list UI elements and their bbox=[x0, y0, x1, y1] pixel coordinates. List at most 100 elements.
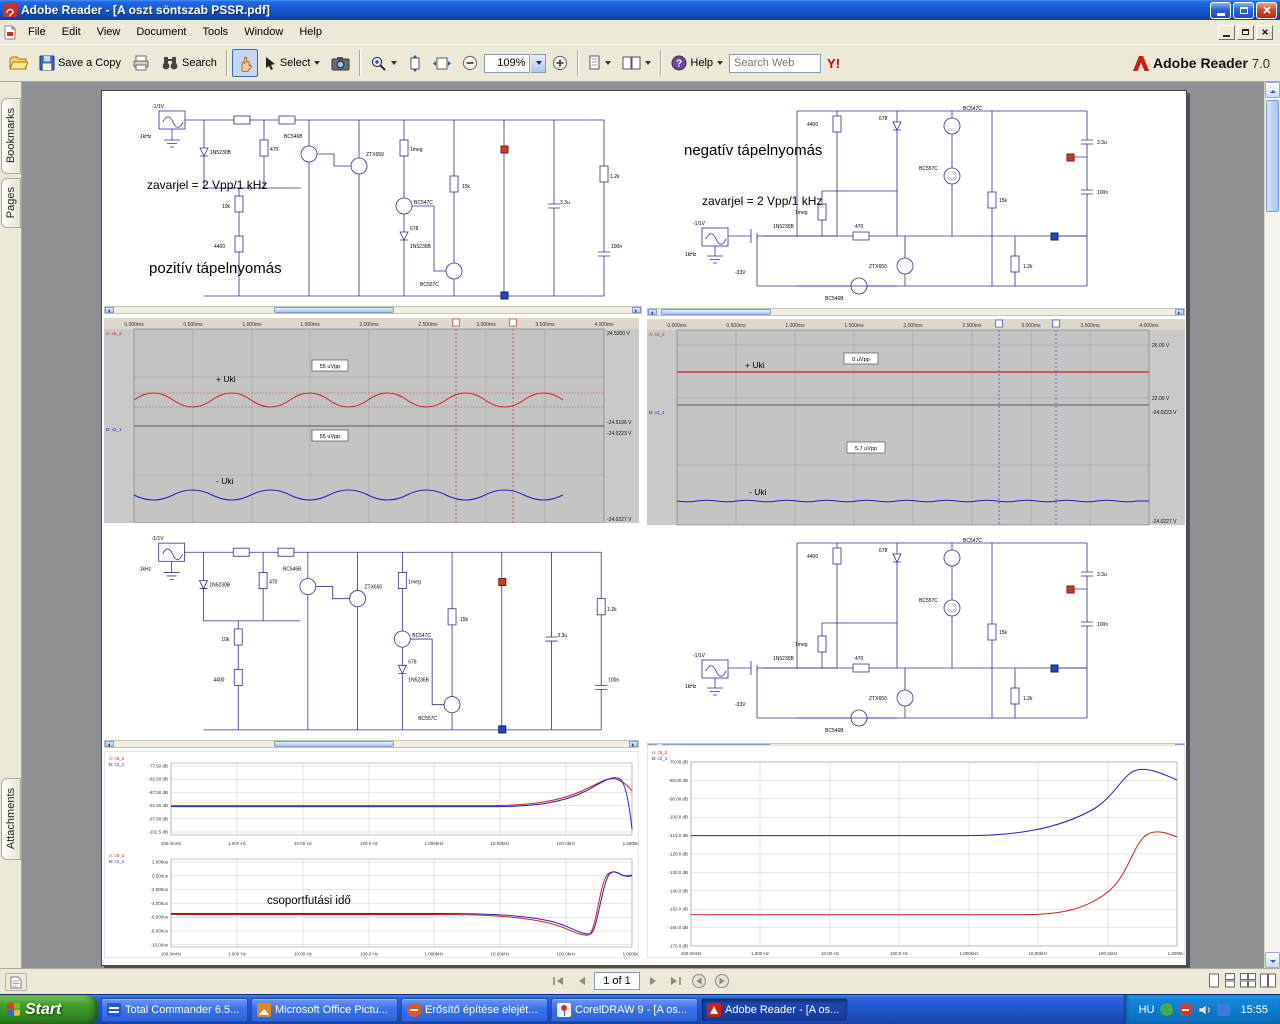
scroll-right-button[interactable] bbox=[1175, 309, 1184, 315]
tab-bookmarks[interactable]: Bookmarks bbox=[1, 98, 21, 174]
language-indicator[interactable]: HU bbox=[1139, 1004, 1155, 1016]
next-view-button[interactable] bbox=[712, 972, 732, 990]
output-minus-label: - Uki bbox=[749, 487, 767, 497]
zoom-out-button[interactable] bbox=[457, 49, 483, 77]
page-number-input[interactable] bbox=[594, 972, 640, 990]
db-tick: -90.00 dB bbox=[668, 796, 688, 801]
schematic-hscrollbar[interactable] bbox=[647, 308, 1185, 316]
menu-edit[interactable]: Edit bbox=[54, 22, 89, 42]
scroll-left-button[interactable] bbox=[648, 309, 657, 315]
continuous-view-button[interactable] bbox=[1224, 973, 1236, 988]
menu-document[interactable]: Document bbox=[128, 22, 194, 42]
first-page-button[interactable] bbox=[548, 972, 568, 990]
single-page-layout-button[interactable] bbox=[583, 49, 616, 77]
scroll-track[interactable] bbox=[114, 741, 629, 747]
scroll-track[interactable] bbox=[114, 307, 632, 313]
menu-window[interactable]: Window bbox=[236, 22, 291, 42]
previous-page-button[interactable] bbox=[571, 972, 591, 990]
menu-file[interactable]: File bbox=[20, 22, 54, 42]
zoom-dropdown-button[interactable] bbox=[531, 53, 547, 73]
continuous-facing-icon bbox=[1240, 973, 1256, 988]
clock[interactable]: 15:55 bbox=[1240, 1004, 1268, 1016]
status-options-button[interactable] bbox=[5, 973, 27, 991]
print-button[interactable] bbox=[127, 49, 155, 77]
open-button[interactable] bbox=[4, 49, 33, 77]
scroll-thumb[interactable] bbox=[274, 741, 394, 747]
yahoo-button[interactable]: Y! bbox=[822, 49, 845, 77]
output-plus-label: + Uki bbox=[216, 374, 236, 384]
tab-pages[interactable]: Pages bbox=[1, 178, 21, 228]
scroll-thumb[interactable] bbox=[274, 307, 394, 313]
component-label: 3.3u bbox=[1097, 140, 1107, 146]
last-page-button[interactable] bbox=[666, 972, 686, 990]
search-button[interactable]: Search bbox=[156, 49, 222, 77]
scroll-right-button[interactable] bbox=[632, 307, 641, 313]
open-folder-icon bbox=[9, 56, 28, 70]
scroll-up-button[interactable] bbox=[1265, 82, 1280, 98]
time-tick: 2.000ms bbox=[359, 322, 379, 328]
taskbar-item-adobe-reader[interactable]: Adobe Reader - [A os... bbox=[701, 997, 848, 1022]
tab-attachments[interactable]: Attachments bbox=[1, 778, 21, 860]
zoom-in-button[interactable] bbox=[547, 49, 573, 77]
scroll-thumb[interactable] bbox=[661, 309, 771, 315]
scroll-thumb[interactable] bbox=[1266, 100, 1279, 212]
hand-tool-button[interactable] bbox=[231, 49, 258, 77]
us-tick: 0.000us bbox=[152, 873, 169, 878]
scroll-down-button[interactable] bbox=[1265, 952, 1280, 968]
minimize-icon bbox=[1223, 34, 1230, 37]
schematic-hscrollbar[interactable] bbox=[104, 740, 639, 748]
scroll-track[interactable] bbox=[657, 309, 1175, 315]
scroll-right-button[interactable] bbox=[629, 741, 638, 747]
scroll-left-button[interactable] bbox=[105, 307, 114, 313]
help-button[interactable]: ? Help bbox=[666, 49, 728, 77]
taskbar-item-office-picture[interactable]: Microsoft Office Pictu... bbox=[251, 997, 398, 1022]
component-label: 15k bbox=[460, 617, 468, 623]
snapshot-tool-button[interactable] bbox=[326, 49, 355, 77]
zoom-level-combobox[interactable]: 109% bbox=[484, 53, 531, 73]
vertical-scrollbar[interactable] bbox=[1264, 82, 1280, 968]
fit-width-button[interactable] bbox=[428, 49, 456, 77]
oscilloscope-right: 0.000ms 0.500ms 1.000ms 1.500ms 2.000ms … bbox=[647, 318, 1185, 526]
scroll-left-button[interactable] bbox=[105, 741, 114, 747]
minimize-icon bbox=[1216, 12, 1225, 16]
zoom-tool-button[interactable] bbox=[365, 49, 402, 77]
component-label: BC546B bbox=[283, 566, 302, 572]
select-tool-button[interactable]: Select bbox=[259, 49, 326, 77]
doc-minimize-button[interactable] bbox=[1218, 24, 1235, 40]
menu-help[interactable]: Help bbox=[291, 22, 330, 42]
tray-alert-icon[interactable] bbox=[1179, 1003, 1193, 1016]
save-a-copy-button[interactable]: Save a Copy bbox=[34, 49, 126, 77]
us-tick: -2.000us bbox=[150, 887, 168, 892]
restore-button[interactable] bbox=[1233, 1, 1254, 19]
document-area: -1/1V 1kHz 1N5230B BC546B ZTX650 470 1me… bbox=[22, 82, 1264, 968]
component-label: 100n bbox=[608, 677, 619, 683]
minimize-button[interactable] bbox=[1210, 1, 1231, 19]
taskbar-item-browser[interactable]: Erősítő építése elejét... bbox=[401, 997, 548, 1022]
dynamic-zoom-button[interactable] bbox=[403, 49, 427, 77]
menu-tools[interactable]: Tools bbox=[195, 22, 237, 42]
tray-volume-icon[interactable] bbox=[1198, 1003, 1211, 1016]
component-label: -1/1V bbox=[693, 653, 706, 659]
schematic-positive-supply-2: -1/1V 1kHz 1N5230B BC546B ZTX650 470 1me… bbox=[104, 528, 639, 740]
schematic-hscrollbar[interactable] bbox=[104, 306, 642, 314]
tray-network-icon[interactable] bbox=[1217, 1003, 1231, 1016]
next-page-button[interactable] bbox=[643, 972, 663, 990]
previous-view-button[interactable] bbox=[689, 972, 709, 990]
taskbar-item-total-commander[interactable]: Total Commander 6.5... bbox=[101, 997, 248, 1022]
us-tick: -10.00us bbox=[150, 942, 168, 947]
start-button[interactable]: Start bbox=[0, 994, 98, 1024]
facing-view-button[interactable] bbox=[1260, 973, 1276, 988]
doc-restore-button[interactable] bbox=[1237, 24, 1254, 40]
single-page-view-button[interactable] bbox=[1208, 973, 1220, 988]
tray-security-icon[interactable] bbox=[1160, 1003, 1174, 1016]
continuous-facing-view-button[interactable] bbox=[1240, 973, 1256, 988]
freq-tick: 100.0kHz bbox=[556, 841, 576, 846]
search-web-input[interactable] bbox=[729, 53, 822, 73]
menu-view[interactable]: View bbox=[89, 22, 129, 42]
doc-close-button[interactable] bbox=[1256, 24, 1273, 40]
taskbar-item-coreldraw[interactable]: CorelDRAW 9 - [A os... bbox=[551, 997, 698, 1022]
close-button[interactable] bbox=[1256, 1, 1277, 19]
facing-pages-layout-button[interactable] bbox=[617, 49, 656, 77]
freq-tick: 1.000 Hz bbox=[751, 951, 770, 956]
db-tick: -77.50 dB bbox=[148, 764, 168, 769]
